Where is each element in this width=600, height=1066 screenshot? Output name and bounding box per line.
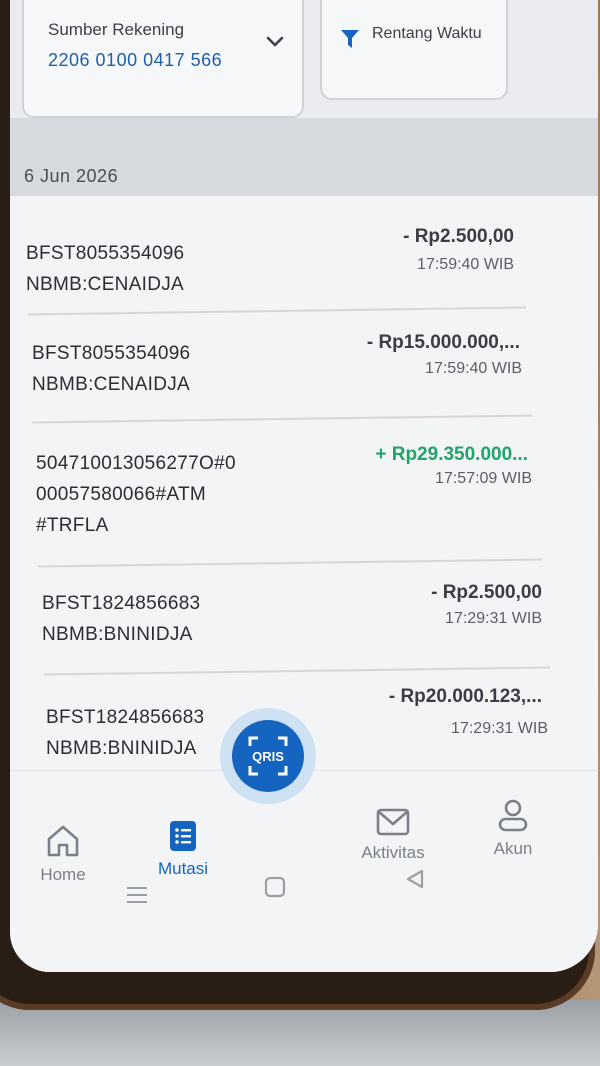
app-screen: Sumber Rekening 2206 0100 0417 566 Renta… xyxy=(10,0,598,972)
transaction-description: BFST8055354096 NBMB:CENAIDJA xyxy=(32,343,191,395)
transaction-description: BFST1824856683 NBMB:BNINIDJA xyxy=(46,707,205,759)
transaction-row[interactable]: BFST8055354096 NBMB:CENAIDJA - Rp15.000.… xyxy=(10,314,598,424)
nav-akun[interactable]: Akun xyxy=(458,797,568,859)
qris-button[interactable]: QRIS xyxy=(232,720,304,792)
qris-label: QRIS xyxy=(252,749,284,764)
transaction-description: 504710013056277O#0 00057580066#ATM #TRFL… xyxy=(36,453,236,536)
account-number: 2206 0100 0417 566 xyxy=(48,50,223,70)
transaction-time: 17:29:31 WIB xyxy=(445,610,542,627)
list-icon xyxy=(170,821,196,851)
transaction-amount: - Rp2.500,00 xyxy=(403,226,514,247)
transaction-description: BFST1824856683 NBMB:BNINIDJA xyxy=(42,593,201,645)
transaction-description: BFST8055354096 NBMB:CENAIDJA xyxy=(26,243,185,295)
row-divider xyxy=(44,666,550,676)
row-divider xyxy=(38,558,542,568)
system-navigation-bar xyxy=(10,862,598,922)
transaction-time: 17:57:09 WIB xyxy=(435,470,532,487)
mail-icon xyxy=(376,808,410,836)
transaction-list: BFST8055354096 NBMB:CENAIDJA - Rp2.500,0… xyxy=(10,196,598,776)
qris-icon: QRIS xyxy=(248,736,288,776)
nav-aktivitas-label: Aktivitas xyxy=(361,843,425,862)
date-label: 6 Jun 2026 xyxy=(24,166,119,186)
transaction-row[interactable]: 504710013056277O#0 00057580066#ATM #TRFL… xyxy=(10,424,598,568)
phone-frame: Sumber Rekening 2206 0100 0417 566 Renta… xyxy=(0,0,598,1010)
back-icon[interactable] xyxy=(404,868,426,890)
transaction-amount: - Rp15.000.000,... xyxy=(366,332,520,353)
transaction-time: 17:29:31 WIB xyxy=(451,720,548,737)
account-source-dropdown[interactable]: Sumber Rekening 2206 0100 0417 566 xyxy=(22,0,304,118)
transaction-row[interactable]: BFST1824856683 NBMB:BNINIDJA - Rp2.500,0… xyxy=(10,568,598,676)
nav-akun-label: Akun xyxy=(493,839,533,858)
filter-icon xyxy=(341,30,359,48)
time-range-label: Rentang Waktu xyxy=(372,25,482,42)
account-source-label: Sumber Rekening xyxy=(48,20,185,39)
row-divider xyxy=(32,414,532,424)
nav-aktivitas[interactable]: Aktivitas xyxy=(328,807,458,863)
transaction-row[interactable]: BFST8055354096 NBMB:CENAIDJA - Rp2.500,0… xyxy=(10,196,598,316)
home-icon xyxy=(47,825,79,857)
transaction-time: 17:59:40 WIB xyxy=(417,256,514,273)
chevron-down-icon xyxy=(266,36,284,47)
time-range-button[interactable]: Rentang Waktu xyxy=(320,0,508,100)
transaction-amount: - Rp2.500,00 xyxy=(431,582,542,603)
transaction-amount: - Rp20.000.123,... xyxy=(388,686,542,707)
square-icon[interactable] xyxy=(264,876,286,898)
transaction-amount: + Rp29.350.000... xyxy=(375,444,528,465)
user-icon xyxy=(498,799,528,832)
filter-bar: Sumber Rekening 2206 0100 0417 566 Renta… xyxy=(10,0,598,118)
transaction-time: 17:59:40 WIB xyxy=(425,360,522,377)
menu-icon[interactable] xyxy=(124,882,150,908)
